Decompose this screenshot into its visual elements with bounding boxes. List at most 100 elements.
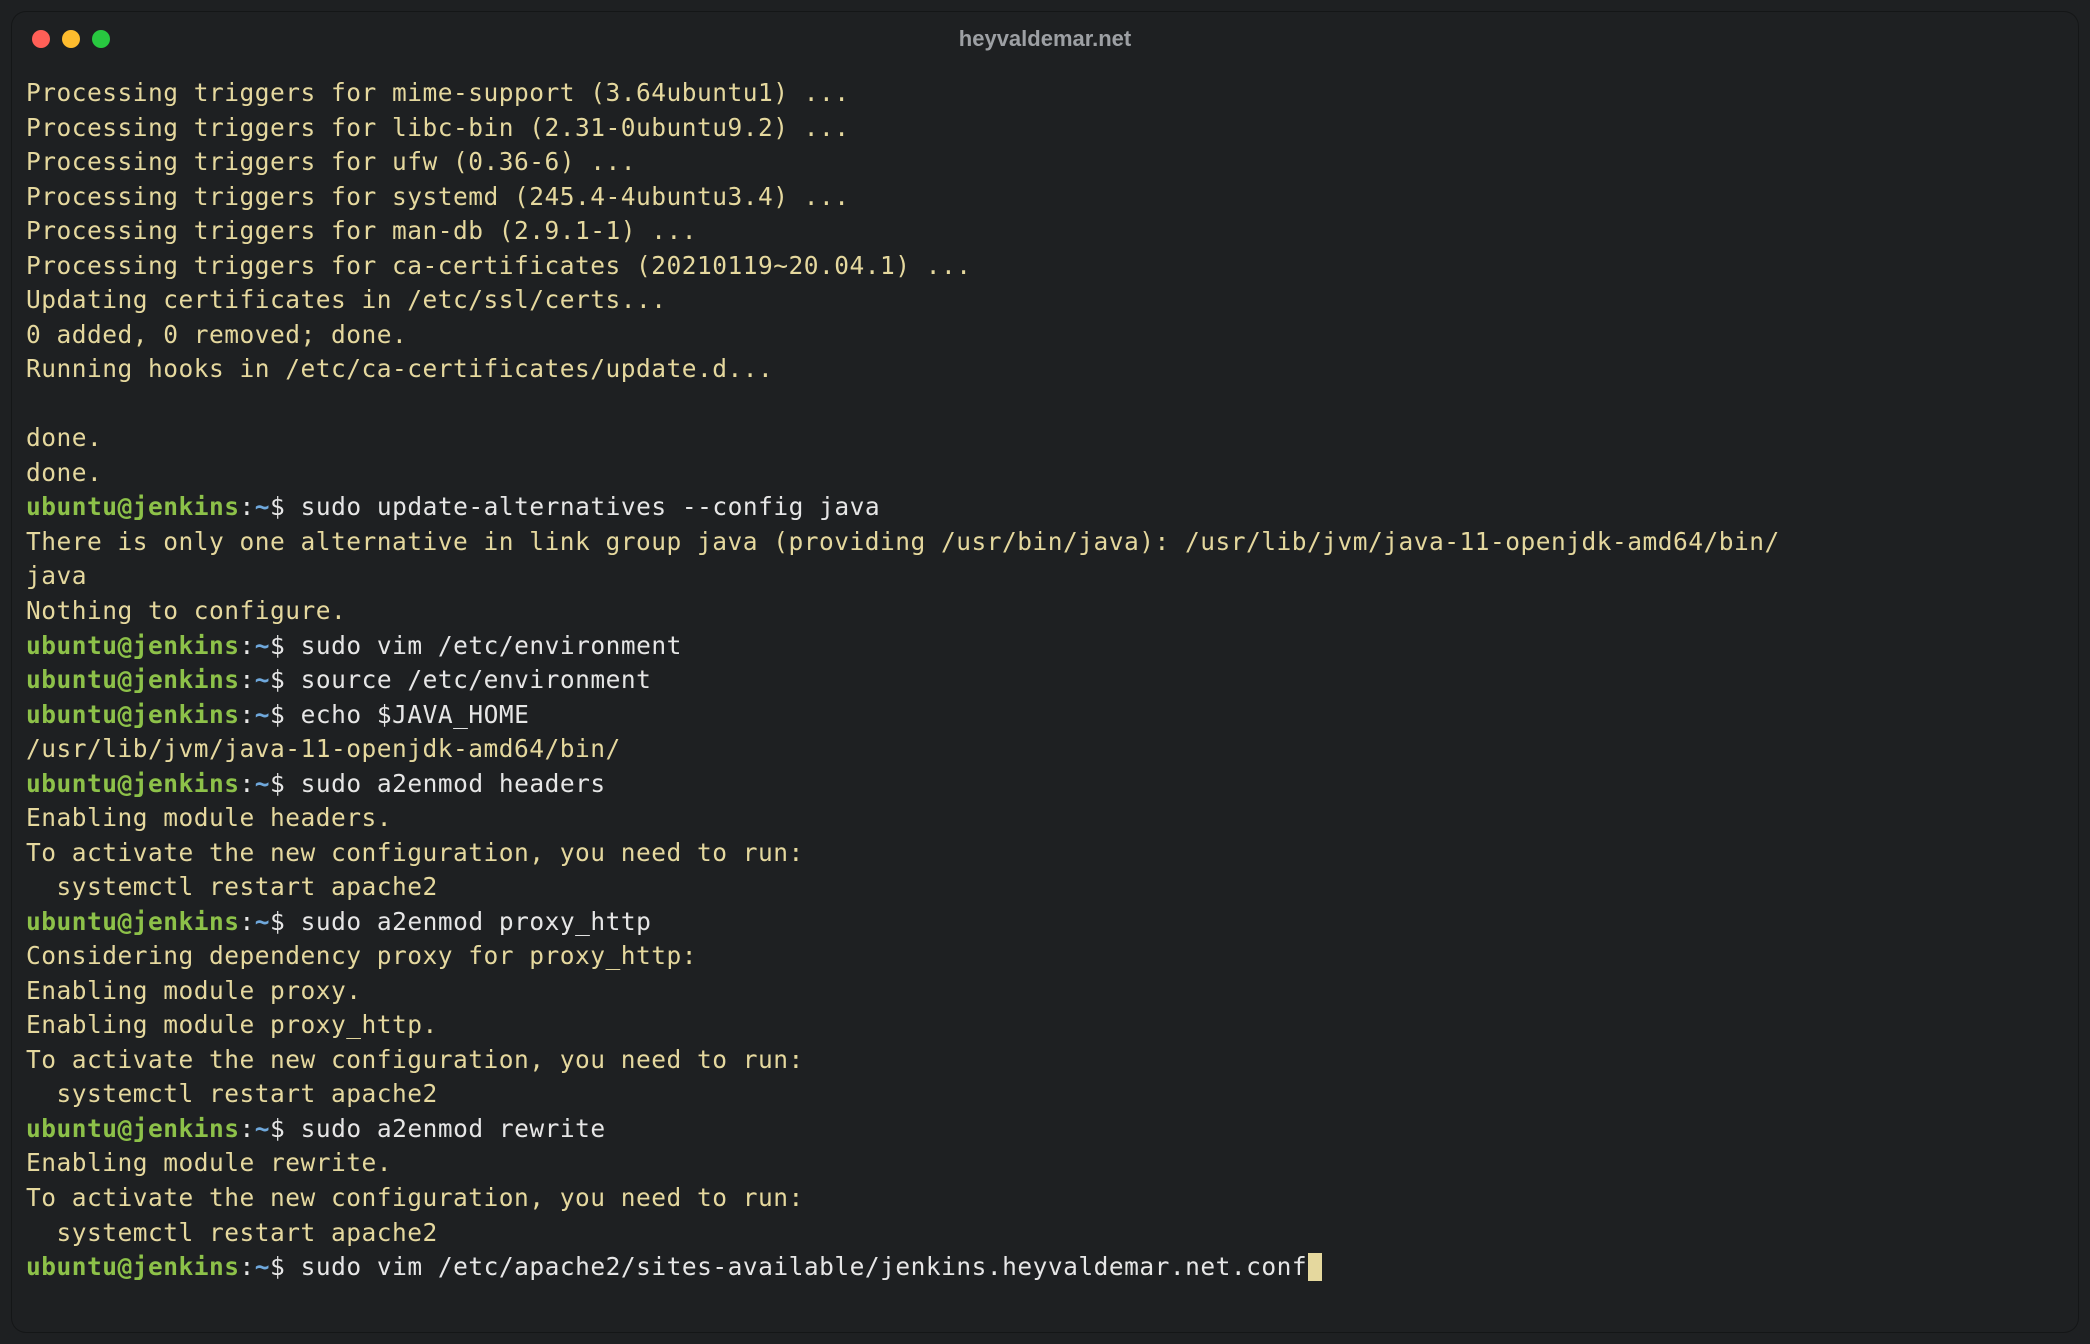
prompt-user-host: ubuntu@jenkins (26, 907, 240, 936)
prompt-dollar: $ (270, 665, 301, 694)
output-text: To activate the new configuration, you n… (26, 1045, 804, 1074)
output-text: Processing triggers for mime-support (3.… (26, 78, 850, 107)
output-text: done. (26, 458, 102, 487)
output-text: There is only one alternative in link gr… (26, 527, 1780, 556)
terminal-command-line: ubuntu@jenkins:~$ sudo vim /etc/apache2/… (26, 1250, 2064, 1285)
terminal-output-line: Processing triggers for man-db (2.9.1-1)… (26, 214, 2064, 249)
terminal-output-line: Processing triggers for libc-bin (2.31-0… (26, 111, 2064, 146)
output-text: Enabling module rewrite. (26, 1148, 392, 1177)
prompt-dollar: $ (270, 700, 301, 729)
command-text: sudo a2enmod proxy_http (301, 907, 652, 936)
terminal-command-line: ubuntu@jenkins:~$ sudo vim /etc/environm… (26, 629, 2064, 664)
prompt-path: ~ (255, 907, 270, 936)
prompt-user-host: ubuntu@jenkins (26, 1252, 240, 1281)
terminal-command-line: ubuntu@jenkins:~$ sudo a2enmod rewrite (26, 1112, 2064, 1147)
terminal-window: heyvaldemar.net Processing triggers for … (12, 12, 2078, 1332)
prompt-dollar: $ (270, 492, 301, 521)
terminal-output-line: To activate the new configuration, you n… (26, 1043, 2064, 1078)
minimize-button[interactable] (62, 30, 80, 48)
prompt-colon: : (240, 492, 255, 521)
terminal-command-line: ubuntu@jenkins:~$ echo $JAVA_HOME (26, 698, 2064, 733)
terminal-command-line: ubuntu@jenkins:~$ sudo update-alternativ… (26, 490, 2064, 525)
command-text: sudo a2enmod headers (301, 769, 606, 798)
prompt-path: ~ (255, 769, 270, 798)
terminal-body[interactable]: Processing triggers for mime-support (3.… (12, 66, 2078, 1295)
output-text: To activate the new configuration, you n… (26, 838, 804, 867)
terminal-output-line: Considering dependency proxy for proxy_h… (26, 939, 2064, 974)
terminal-output-line: Enabling module headers. (26, 801, 2064, 836)
output-text: done. (26, 423, 102, 452)
prompt-path: ~ (255, 700, 270, 729)
prompt-colon: : (240, 769, 255, 798)
command-text: sudo vim /etc/apache2/sites-available/je… (301, 1252, 1308, 1281)
cursor (1308, 1253, 1322, 1281)
terminal-output-line: To activate the new configuration, you n… (26, 836, 2064, 871)
prompt-dollar: $ (270, 907, 301, 936)
prompt-colon: : (240, 1252, 255, 1281)
output-text: Processing triggers for ufw (0.36-6) ... (26, 147, 636, 176)
terminal-output-line: Nothing to configure. (26, 594, 2064, 629)
terminal-output-line: java (26, 559, 2064, 594)
terminal-command-line: ubuntu@jenkins:~$ source /etc/environmen… (26, 663, 2064, 698)
output-text: java (26, 561, 87, 590)
terminal-output-line: systemctl restart apache2 (26, 1216, 2064, 1251)
output-text (26, 389, 41, 418)
output-text: 0 added, 0 removed; done. (26, 320, 407, 349)
output-text: Enabling module proxy_http. (26, 1010, 438, 1039)
prompt-colon: : (240, 700, 255, 729)
window-title: heyvaldemar.net (959, 26, 1131, 52)
terminal-output-line: Processing triggers for systemd (245.4-4… (26, 180, 2064, 215)
output-text: systemctl restart apache2 (26, 1079, 438, 1108)
output-text: systemctl restart apache2 (26, 1218, 438, 1247)
prompt-colon: : (240, 907, 255, 936)
prompt-dollar: $ (270, 1252, 301, 1281)
output-text: /usr/lib/jvm/java-11-openjdk-amd64/bin/ (26, 734, 621, 763)
output-text: systemctl restart apache2 (26, 872, 438, 901)
terminal-output-line: done. (26, 456, 2064, 491)
prompt-user-host: ubuntu@jenkins (26, 1114, 240, 1143)
close-button[interactable] (32, 30, 50, 48)
output-text: Considering dependency proxy for proxy_h… (26, 941, 697, 970)
titlebar: heyvaldemar.net (12, 12, 2078, 66)
terminal-output-line: Processing triggers for ufw (0.36-6) ... (26, 145, 2064, 180)
prompt-path: ~ (255, 1114, 270, 1143)
command-text: source /etc/environment (301, 665, 652, 694)
output-text: Processing triggers for ca-certificates … (26, 251, 972, 280)
terminal-output-line: There is only one alternative in link gr… (26, 525, 2064, 560)
terminal-command-line: ubuntu@jenkins:~$ sudo a2enmod proxy_htt… (26, 905, 2064, 940)
terminal-output-line: Updating certificates in /etc/ssl/certs.… (26, 283, 2064, 318)
output-text: Enabling module headers. (26, 803, 392, 832)
output-text: Processing triggers for man-db (2.9.1-1)… (26, 216, 697, 245)
output-text: Processing triggers for libc-bin (2.31-0… (26, 113, 850, 142)
prompt-colon: : (240, 631, 255, 660)
terminal-output-line: Running hooks in /etc/ca-certificates/up… (26, 352, 2064, 387)
prompt-user-host: ubuntu@jenkins (26, 492, 240, 521)
traffic-lights (32, 30, 110, 48)
prompt-dollar: $ (270, 769, 301, 798)
output-text: Running hooks in /etc/ca-certificates/up… (26, 354, 773, 383)
command-text: sudo a2enmod rewrite (301, 1114, 606, 1143)
prompt-colon: : (240, 665, 255, 694)
output-text: Enabling module proxy. (26, 976, 362, 1005)
prompt-path: ~ (255, 631, 270, 660)
terminal-command-line: ubuntu@jenkins:~$ sudo a2enmod headers (26, 767, 2064, 802)
prompt-path: ~ (255, 1252, 270, 1281)
command-text: echo $JAVA_HOME (301, 700, 530, 729)
output-text: To activate the new configuration, you n… (26, 1183, 804, 1212)
terminal-output-line: systemctl restart apache2 (26, 1077, 2064, 1112)
terminal-output-line: Processing triggers for mime-support (3.… (26, 76, 2064, 111)
prompt-user-host: ubuntu@jenkins (26, 769, 240, 798)
prompt-user-host: ubuntu@jenkins (26, 700, 240, 729)
terminal-output-line: Processing triggers for ca-certificates … (26, 249, 2064, 284)
output-text: Updating certificates in /etc/ssl/certs.… (26, 285, 667, 314)
maximize-button[interactable] (92, 30, 110, 48)
prompt-colon: : (240, 1114, 255, 1143)
output-text: Processing triggers for systemd (245.4-4… (26, 182, 850, 211)
terminal-output-line: /usr/lib/jvm/java-11-openjdk-amd64/bin/ (26, 732, 2064, 767)
command-text: sudo update-alternatives --config java (301, 492, 881, 521)
terminal-output-line: systemctl restart apache2 (26, 870, 2064, 905)
output-text: Nothing to configure. (26, 596, 346, 625)
terminal-output-line (26, 387, 2064, 422)
terminal-output-line: done. (26, 421, 2064, 456)
prompt-dollar: $ (270, 631, 301, 660)
